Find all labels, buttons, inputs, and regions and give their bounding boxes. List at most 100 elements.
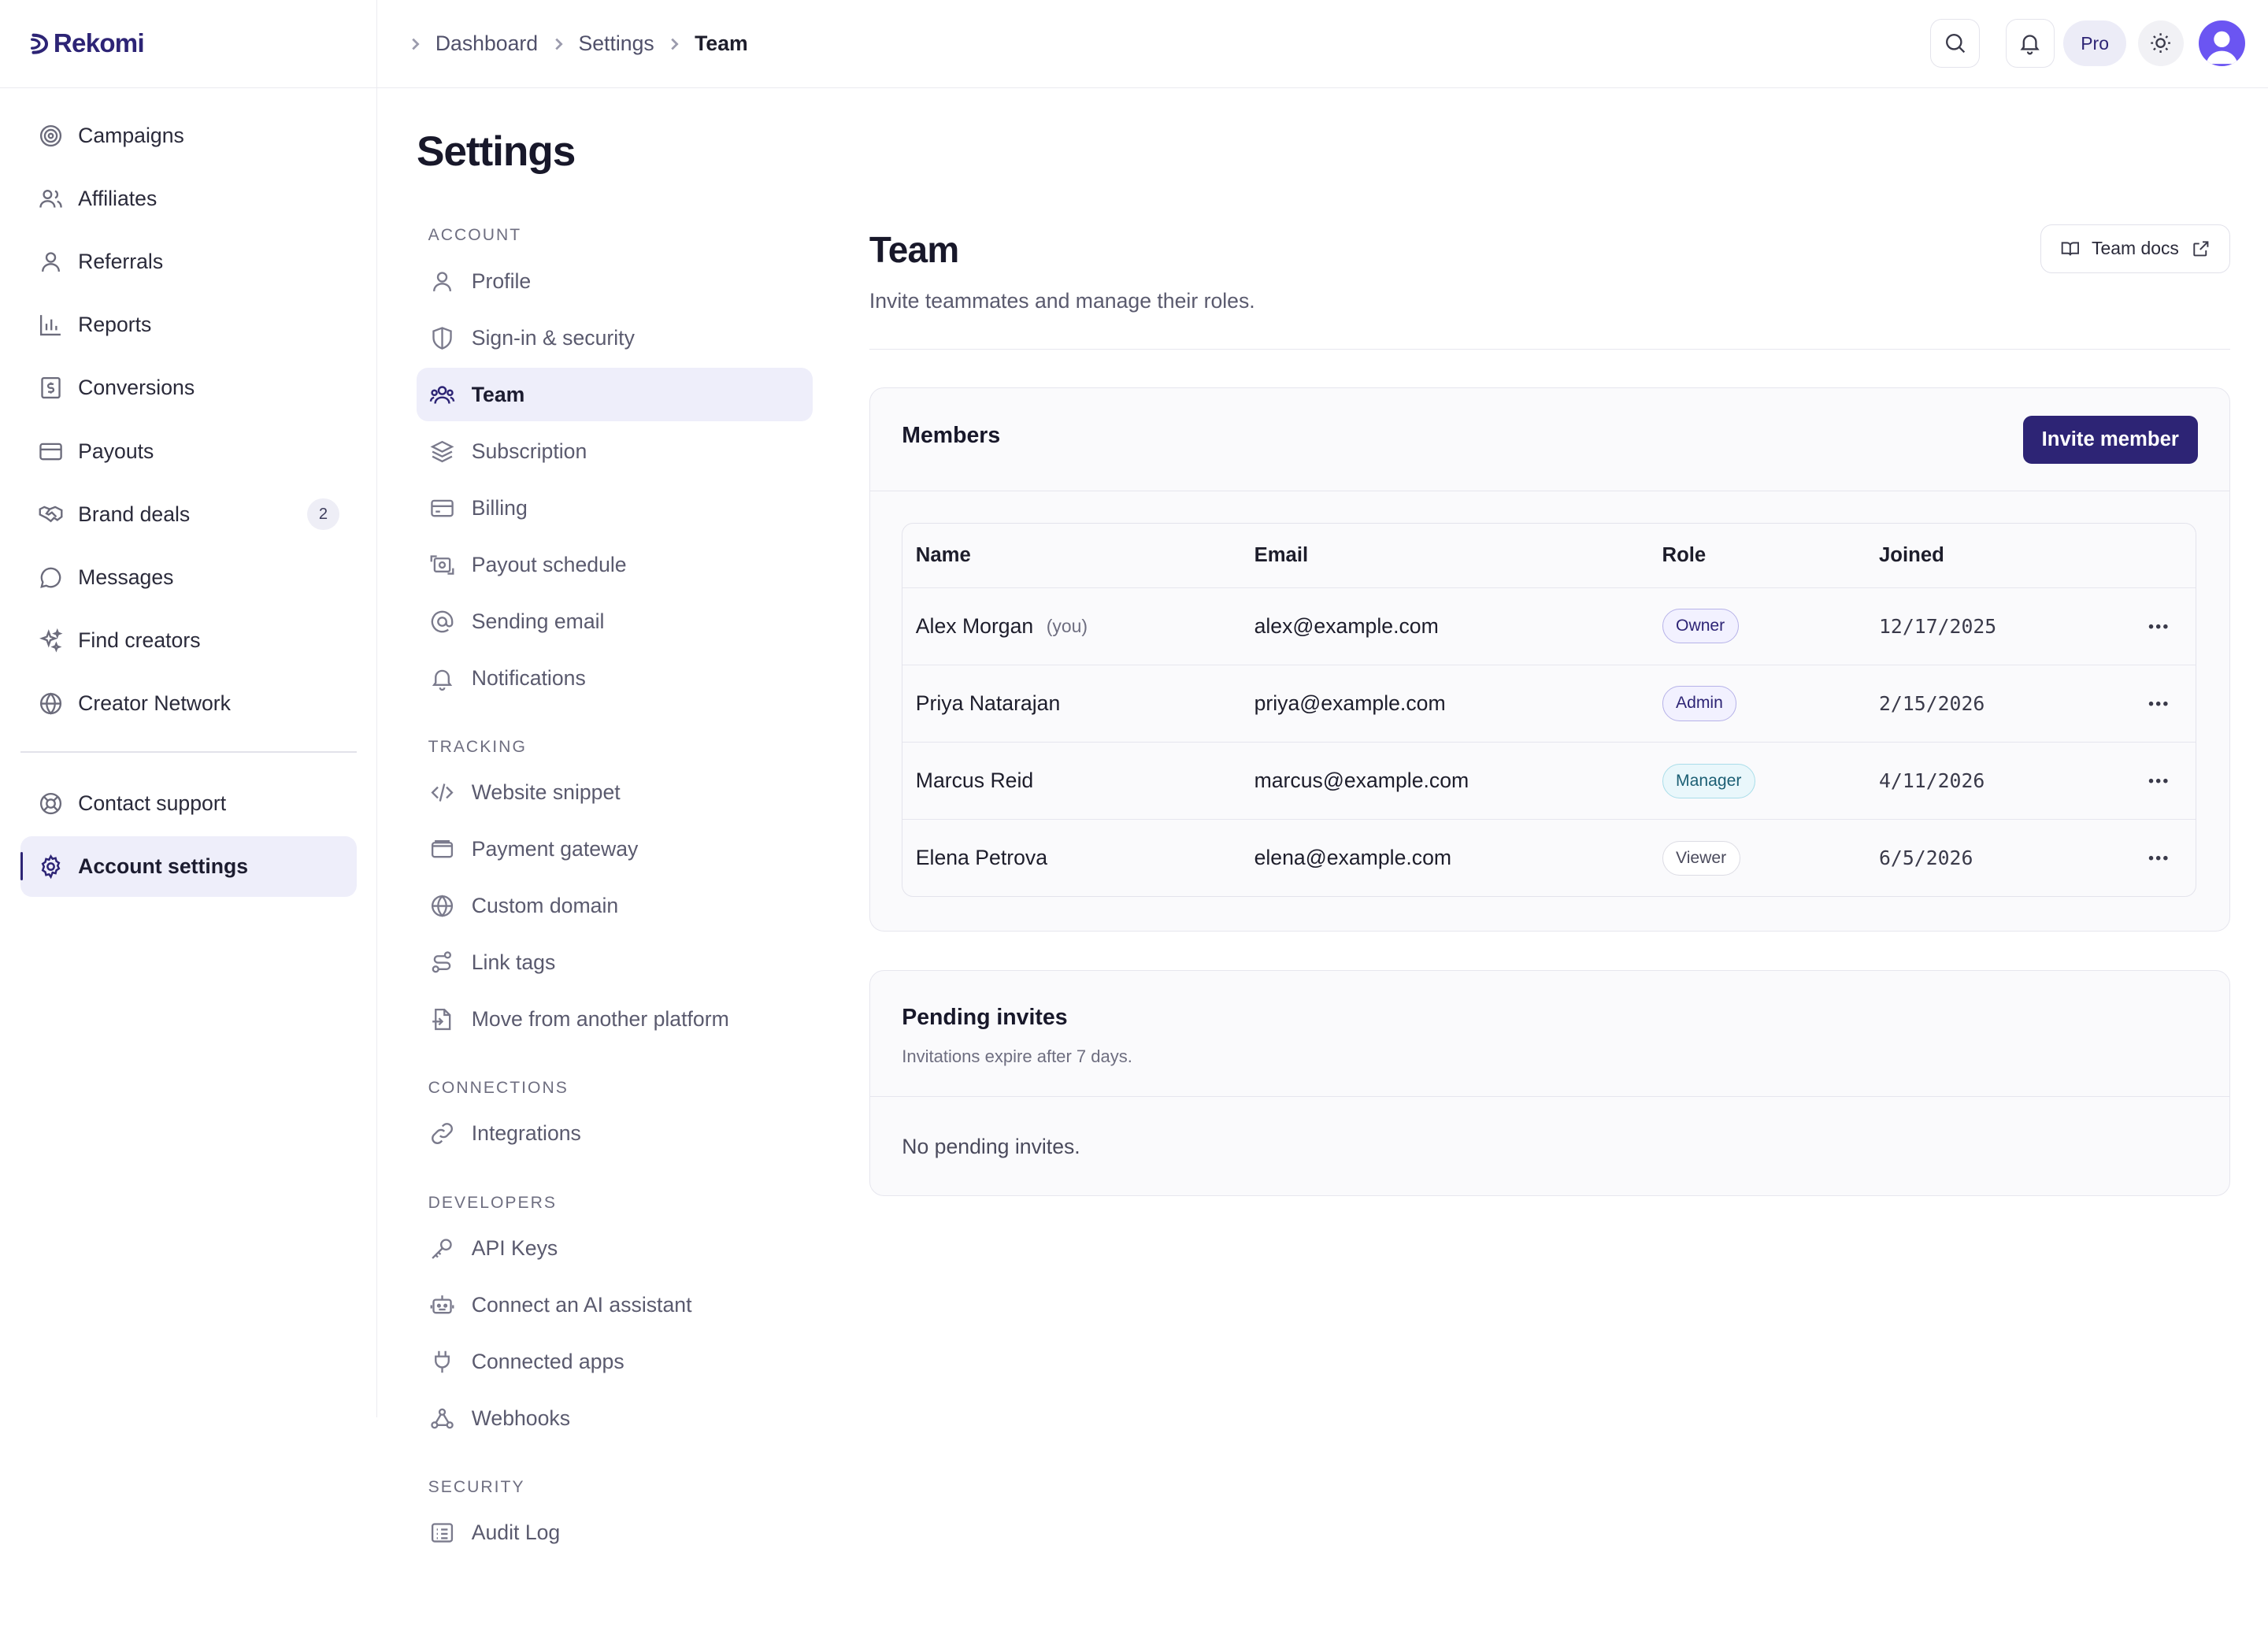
settings-item-label: Audit Log <box>471 1521 561 1545</box>
team-docs-button[interactable]: Team docs <box>2040 224 2231 274</box>
code-icon <box>431 783 454 802</box>
table-row: Marcus Reid marcus@example.com Manager 4… <box>902 742 2196 819</box>
column-header-email[interactable]: Email <box>1254 524 1309 587</box>
link-icon <box>432 1123 454 1145</box>
sparkles-icon <box>39 628 63 653</box>
table-header: Name Email Role Joined <box>902 524 2196 587</box>
breadcrumb-dashboard[interactable]: Dashboard <box>435 31 538 56</box>
team-content: Team Invite teammates and manage their r… <box>869 217 2231 1196</box>
plan-badge[interactable]: Pro <box>2063 20 2126 67</box>
sidebar-item-brand-deals[interactable]: Brand deals 2 <box>20 484 357 545</box>
settings-item-subscription[interactable]: Subscription <box>417 424 813 478</box>
settings-item-integrations[interactable]: Integrations <box>417 1107 813 1161</box>
settings-item-sending-email[interactable]: Sending email <box>417 595 813 648</box>
sidebar-item-campaigns[interactable]: Campaigns <box>20 106 357 166</box>
settings-item-api-keys[interactable]: API Keys <box>417 1221 813 1275</box>
sidebar-item-find-creators[interactable]: Find creators <box>20 610 357 671</box>
layers-icon <box>430 440 455 462</box>
row-actions-button[interactable] <box>2144 820 2173 896</box>
webhook-icon <box>431 1408 454 1429</box>
settings-item-billing[interactable]: Billing <box>417 481 813 535</box>
settings-item-audit-log[interactable]: Audit Log <box>417 1506 813 1560</box>
sidebar-item-account-settings[interactable]: Account settings <box>20 835 357 897</box>
invite-member-button[interactable]: Invite member <box>2022 416 2198 464</box>
sidebar-item-label: Account settings <box>78 854 249 878</box>
theme-toggle[interactable] <box>2137 20 2185 67</box>
pending-invites-title: Pending invites <box>902 1004 1068 1030</box>
column-header-name[interactable]: Name <box>916 524 971 587</box>
settings-item-sign-in-security[interactable]: Sign-in & security <box>417 311 813 365</box>
settings-item-ai-assistant[interactable]: Connect an AI assistant <box>417 1278 813 1332</box>
settings-item-move-platform[interactable]: Move from another platform <box>417 993 813 1046</box>
breadcrumb-team: Team <box>695 31 748 56</box>
globe-icon <box>39 692 61 715</box>
sidebar-item-contact-support[interactable]: Contact support <box>20 772 357 833</box>
settings-item-payout-schedule[interactable]: Payout schedule <box>417 538 813 591</box>
avatar[interactable] <box>2198 20 2245 67</box>
sidebar-item-label: Brand deals <box>78 502 191 526</box>
role-cell: Owner <box>1662 588 1739 665</box>
breadcrumb-settings[interactable]: Settings <box>578 31 654 56</box>
section-subtitle: Invite teammates and manage their roles. <box>869 289 1255 313</box>
users-icon <box>430 385 455 404</box>
settings-item-custom-domain[interactable]: Custom domain <box>417 880 813 933</box>
sidebar-item-conversions[interactable]: Conversions <box>20 357 357 418</box>
wallet-icon <box>432 840 454 858</box>
sidebar-item-label: Creator Network <box>78 691 231 715</box>
logo[interactable]: Rekomi <box>0 0 377 89</box>
role-badge: Manager <box>1662 763 1755 798</box>
settings-item-profile[interactable]: Profile <box>417 254 813 308</box>
sidebar-item-payouts[interactable]: Payouts <box>20 420 357 481</box>
table-row: Elena Petrova elena@example.com Viewer 6… <box>902 819 2196 896</box>
settings-item-label: API Keys <box>471 1235 558 1260</box>
sidebar-item-label: Affiliates <box>78 187 158 211</box>
settings-item-team[interactable]: Team <box>416 368 813 422</box>
settings-item-label: Billing <box>471 495 528 520</box>
sidebar-item-creator-network[interactable]: Creator Network <box>20 673 357 734</box>
settings-item-link-tags[interactable]: Link tags <box>417 936 813 990</box>
cash-cycle-icon <box>431 554 454 575</box>
settings-item-payment-gateway[interactable]: Payment gateway <box>417 823 813 876</box>
target-icon <box>39 125 61 147</box>
sidebar-item-messages[interactable]: Messages <box>20 547 357 608</box>
column-header-joined[interactable]: Joined <box>1879 524 1944 587</box>
settings-item-label: Webhooks <box>471 1406 571 1430</box>
list-icon <box>432 1523 454 1543</box>
pending-invites-empty: No pending invites. <box>902 1134 1080 1158</box>
top-actions: Pro <box>1930 18 2245 69</box>
column-header-role[interactable]: Role <box>1662 524 1707 587</box>
settings-item-label: Payment gateway <box>471 837 639 861</box>
joined-date: 2/15/2026 <box>1879 691 1985 715</box>
settings-item-website-snippet[interactable]: Website snippet <box>417 766 813 820</box>
main-sidebar: Rekomi Campaigns Affiliates Referrals Re… <box>0 0 378 1417</box>
notifications-button[interactable] <box>2005 18 2055 69</box>
settings-item-notifications[interactable]: Notifications <box>417 651 813 705</box>
search-icon <box>1945 34 1966 54</box>
gear-icon <box>41 854 61 879</box>
section-title: Team <box>869 229 959 271</box>
row-actions-button[interactable] <box>2144 665 2173 742</box>
joined-date: 4/11/2026 <box>1879 769 1985 793</box>
file-import-icon <box>432 1008 451 1031</box>
chevron-right-icon <box>671 38 680 50</box>
page-title: Settings <box>416 128 576 175</box>
user-icon <box>41 252 60 272</box>
members-table: Name Email Role Joined Alex Morgan (you)… <box>902 523 2197 898</box>
settings-item-label: Connect an AI assistant <box>471 1292 692 1317</box>
settings-item-webhooks[interactable]: Webhooks <box>417 1391 813 1445</box>
row-actions-button[interactable] <box>2144 588 2173 665</box>
joined-date: 12/17/2025 <box>1879 614 1997 638</box>
receipt-icon <box>41 377 61 399</box>
search-button[interactable] <box>1930 18 1980 69</box>
settings-item-label: Connected apps <box>471 1349 624 1373</box>
sidebar-item-label: Contact support <box>78 791 227 815</box>
sidebar-item-reports[interactable]: Reports <box>20 294 357 355</box>
settings-section-security: SECURITY <box>428 1477 525 1496</box>
member-email: priya@example.com <box>1254 691 1446 715</box>
logo-text: Rekomi <box>53 28 145 58</box>
row-actions-button[interactable] <box>2144 743 2173 819</box>
settings-item-connected-apps[interactable]: Connected apps <box>417 1335 813 1388</box>
sidebar-divider <box>20 750 357 753</box>
sidebar-item-referrals[interactable]: Referrals <box>20 232 357 292</box>
sidebar-item-affiliates[interactable]: Affiliates <box>20 169 357 229</box>
